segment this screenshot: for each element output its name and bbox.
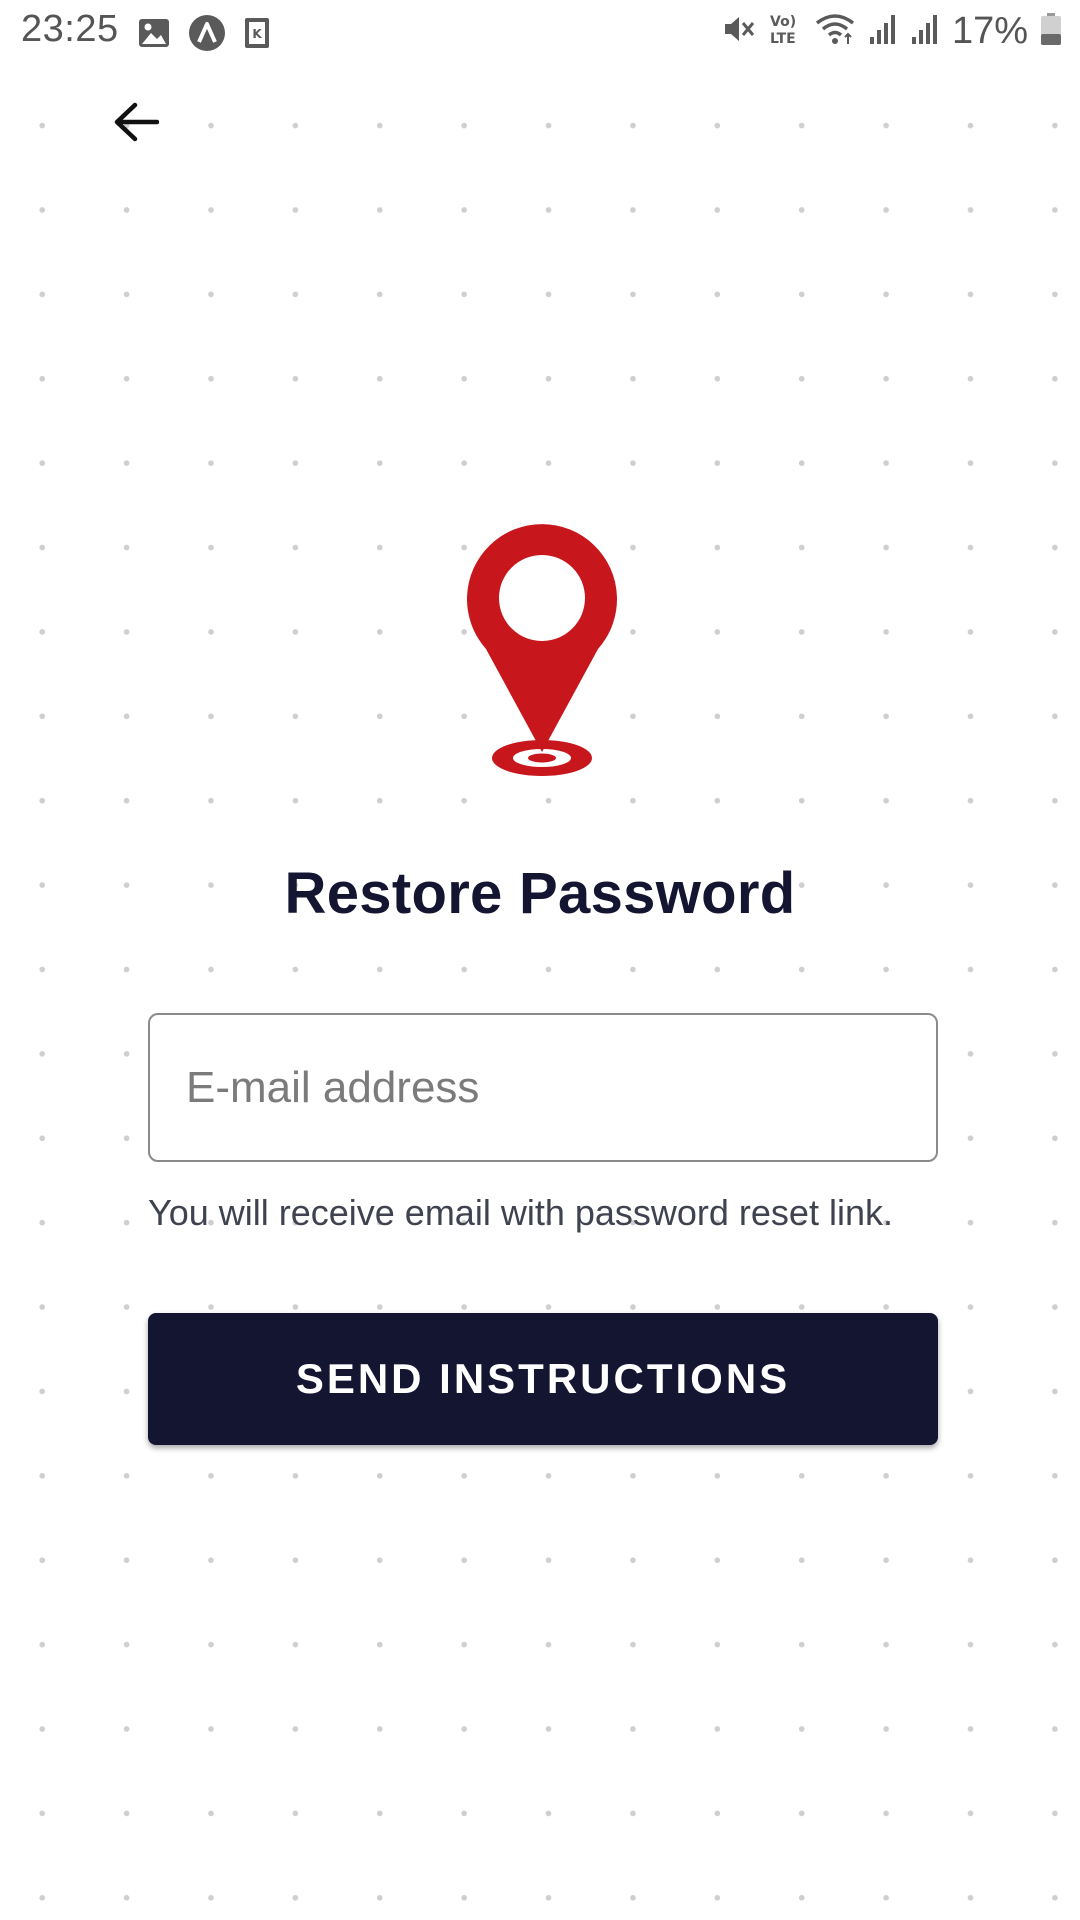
status-bar: 23:25 K Vo) LTE 17% bbox=[0, 0, 1080, 64]
status-time: 23:25 bbox=[21, 8, 119, 50]
battery-percent: 17% bbox=[951, 10, 1028, 52]
back-button[interactable] bbox=[106, 94, 166, 154]
svg-text:K: K bbox=[252, 27, 262, 41]
send-instructions-button[interactable]: SEND INSTRUCTIONS bbox=[148, 1313, 938, 1445]
signal-icon bbox=[868, 13, 898, 50]
app-a-icon bbox=[188, 14, 226, 57]
signal-icon bbox=[910, 13, 940, 50]
hint-text: You will receive email with password res… bbox=[148, 1192, 893, 1233]
logo bbox=[462, 522, 622, 784]
gallery-icon bbox=[138, 18, 170, 53]
page-title: Restore Password bbox=[284, 861, 796, 926]
status-icons-right: Vo) LTE 17% bbox=[720, 10, 1062, 53]
app-k-icon: K bbox=[244, 17, 270, 54]
svg-text:Vo): Vo) bbox=[770, 14, 796, 30]
volte-icon: Vo) LTE bbox=[768, 11, 802, 52]
email-field[interactable] bbox=[150, 1015, 936, 1160]
map-pin-icon bbox=[462, 524, 622, 788]
mute-icon bbox=[720, 11, 756, 52]
battery-icon bbox=[1040, 12, 1062, 51]
wifi-icon bbox=[814, 12, 856, 51]
email-field-container bbox=[148, 1013, 938, 1162]
arrow-left-icon bbox=[113, 102, 160, 147]
status-icons-left: K bbox=[138, 14, 270, 57]
svg-text:LTE: LTE bbox=[770, 31, 796, 47]
